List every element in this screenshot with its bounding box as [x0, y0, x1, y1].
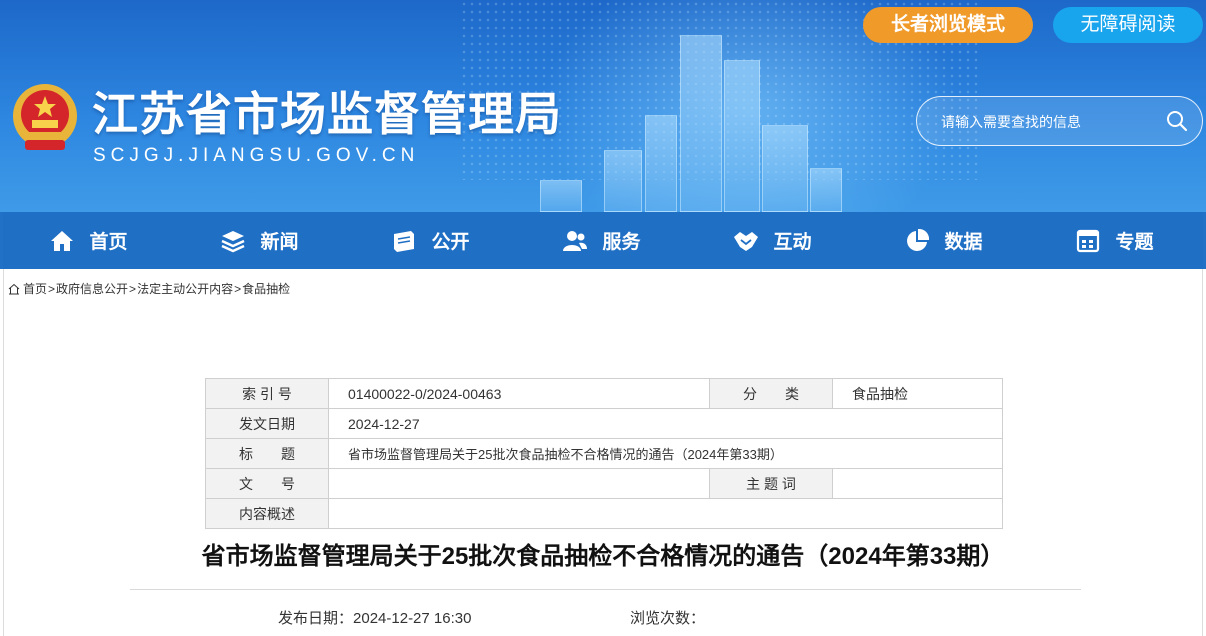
breadcrumb-gov-info[interactable]: 政府信息公开	[56, 280, 128, 297]
nav-item-label: 服务	[602, 232, 641, 253]
people-icon	[563, 230, 588, 251]
table-row: 索 引 号 01400022-0/2024-00463 分 类 食品抽检	[205, 378, 1003, 409]
table-row: 内容概述	[205, 498, 1003, 529]
breadcrumb-separator: >	[48, 281, 56, 296]
layers-icon	[221, 230, 246, 252]
doc-no-label: 文 号	[205, 468, 329, 499]
title-label: 标 题	[205, 438, 329, 469]
main-nav: 首页 新闻 公开 服务 互动 数据 专题	[0, 212, 1206, 269]
nav-item-label: 数据	[944, 232, 983, 253]
building-decoration	[762, 125, 808, 212]
book-icon	[394, 230, 415, 252]
category-label: 分 类	[709, 378, 833, 409]
nav-item-topic[interactable]: 专题	[1029, 212, 1200, 269]
home-icon	[8, 283, 20, 294]
site-title: 江苏省市场监督管理局	[92, 88, 562, 140]
publish-date: 发布日期：2024-12-27 16:30	[278, 607, 471, 628]
nav-item-service[interactable]: 服务	[516, 212, 687, 269]
breadcrumb-statutory[interactable]: 法定主动公开内容	[137, 280, 233, 297]
search-box	[916, 96, 1203, 146]
building-decoration	[540, 180, 582, 212]
summary-label: 内容概述	[205, 498, 329, 529]
index-value: 01400022-0/2024-00463	[328, 378, 710, 409]
doc-no-value	[328, 468, 710, 499]
calendar-icon	[1077, 229, 1100, 252]
building-decoration	[724, 60, 760, 212]
site-url: SCJGJ.JIANGSU.GOV.CN	[93, 145, 420, 166]
elder-mode-button[interactable]: 长者浏览模式	[863, 7, 1033, 43]
nav-item-public[interactable]: 公开	[345, 212, 516, 269]
keywords-value	[832, 468, 1003, 499]
nav-item-label: 首页	[89, 232, 128, 253]
pie-chart-icon	[907, 228, 930, 251]
home-icon	[51, 230, 74, 251]
article-title: 省市场监督管理局关于25批次食品抽检不合格情况的通告（2024年第33期）	[201, 543, 1005, 570]
breadcrumb-home[interactable]: 首页	[23, 280, 47, 297]
building-decoration	[680, 35, 722, 212]
nav-item-label: 专题	[1115, 232, 1154, 253]
document-meta-table: 索 引 号 01400022-0/2024-00463 分 类 食品抽检 发文日…	[205, 378, 1003, 529]
breadcrumb-separator: >	[234, 281, 242, 296]
date-value: 2024-12-27	[328, 408, 1003, 439]
views-label: 浏览次数：	[630, 610, 706, 627]
breadcrumb-food-inspection[interactable]: 食品抽检	[242, 280, 290, 297]
title-value: 省市场监督管理局关于25批次食品抽检不合格情况的通告（2024年第33期）	[328, 438, 1003, 469]
breadcrumb-separator: >	[129, 281, 137, 296]
divider	[130, 589, 1081, 590]
category-value: 食品抽检	[832, 378, 1003, 409]
breadcrumb: 首页 > 政府信息公开 > 法定主动公开内容 > 食品抽检	[8, 280, 290, 297]
summary-value	[328, 498, 1003, 529]
nav-item-data[interactable]: 数据	[858, 212, 1029, 269]
search-input[interactable]	[939, 109, 1153, 135]
nav-item-label: 公开	[431, 232, 470, 253]
content-area: 首页 > 政府信息公开 > 法定主动公开内容 > 食品抽检 索 引 号 0140…	[3, 269, 1203, 636]
index-label: 索 引 号	[205, 378, 329, 409]
table-row: 标 题 省市场监督管理局关于25批次食品抽检不合格情况的通告（2024年第33期…	[205, 438, 1003, 469]
publish-value: 2024-12-27 16:30	[353, 610, 472, 627]
search-icon[interactable]	[1166, 110, 1188, 132]
publish-label: 发布日期：	[278, 610, 354, 627]
site-header: 江苏省市场监督管理局 SCJGJ.JIANGSU.GOV.CN 长者浏览模式 无…	[0, 0, 1206, 212]
nav-item-news[interactable]: 新闻	[174, 212, 345, 269]
date-label: 发文日期	[205, 408, 329, 439]
national-emblem-icon	[13, 84, 77, 150]
table-row: 文 号 主 题 词	[205, 468, 1003, 499]
building-decoration	[810, 168, 842, 212]
view-count: 浏览次数：	[630, 607, 705, 628]
building-decoration	[604, 150, 642, 212]
table-row: 发文日期 2024-12-27	[205, 408, 1003, 439]
handshake-icon	[734, 231, 759, 251]
nav-item-home[interactable]: 首页	[3, 212, 174, 269]
nav-item-interact[interactable]: 互动	[687, 212, 858, 269]
building-decoration	[645, 115, 677, 212]
accessibility-button[interactable]: 无障碍阅读	[1053, 7, 1203, 43]
nav-item-label: 互动	[773, 232, 812, 253]
keywords-label: 主 题 词	[709, 468, 833, 499]
nav-item-label: 新闻	[260, 232, 299, 253]
